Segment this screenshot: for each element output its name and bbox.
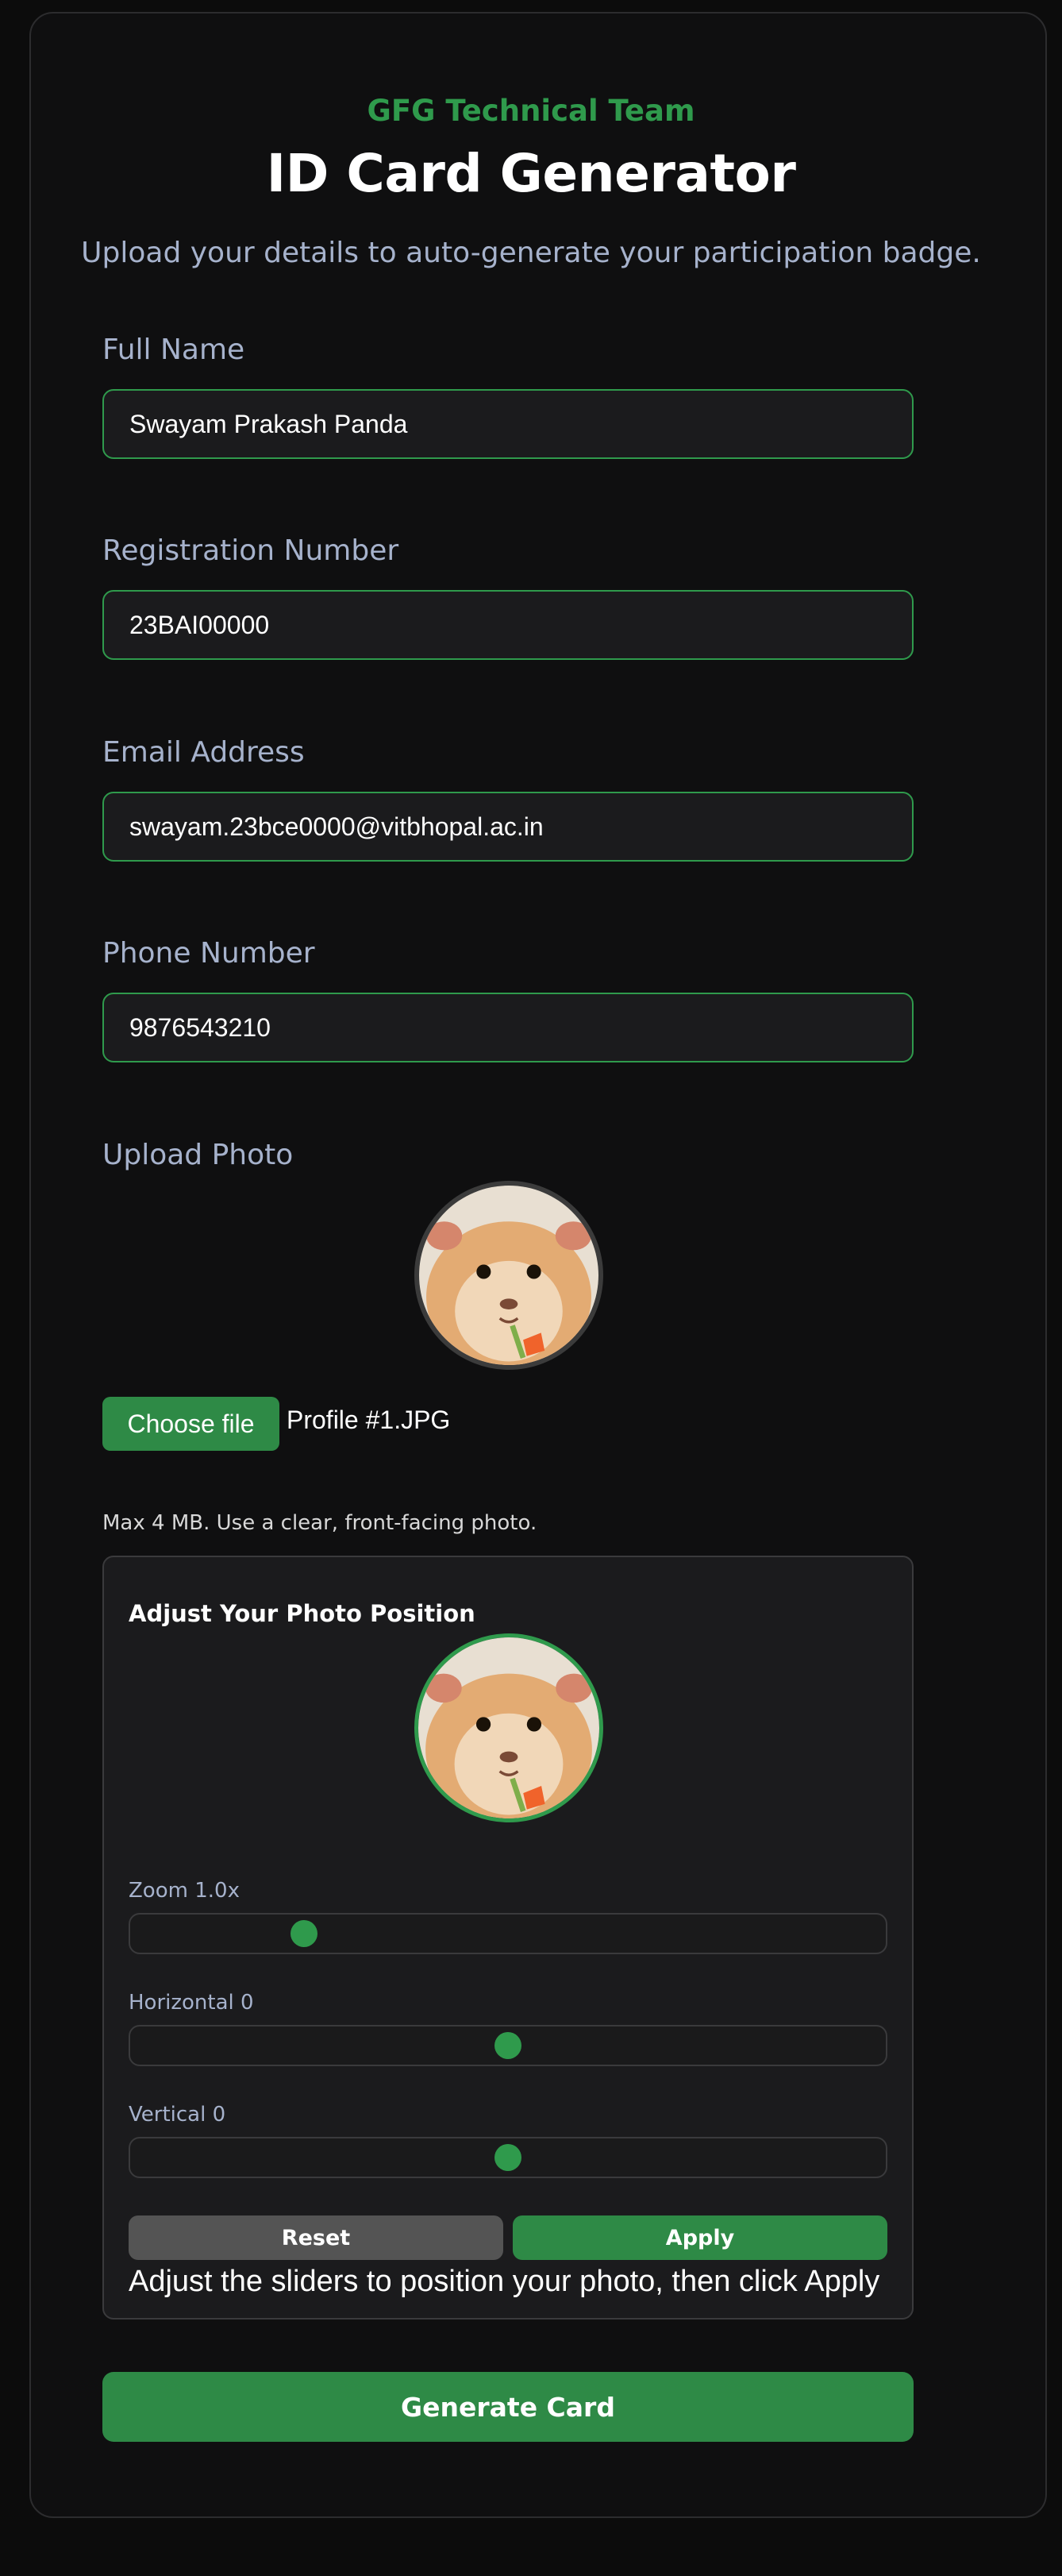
generate-card-button[interactable]: Generate Card [102, 2372, 914, 2442]
vertical-slider-thumb[interactable] [494, 2144, 521, 2171]
photo-preview [414, 1181, 603, 1370]
horizontal-slider[interactable] [129, 2025, 887, 2066]
upload-hint: Max 4 MB. Use a clear, front-facing phot… [102, 1511, 537, 1535]
apply-button[interactable]: Apply [513, 2215, 887, 2260]
phone-label: Phone Number [102, 937, 315, 970]
upload-photo-label: Upload Photo [102, 1139, 294, 1171]
adjust-panel-title: Adjust Your Photo Position [129, 1600, 475, 1627]
phone-field[interactable] [102, 993, 914, 1062]
horizontal-slider-thumb[interactable] [494, 2032, 521, 2059]
page-subtitle: Upload your details to auto-generate you… [81, 237, 981, 269]
zoom-label: Zoom 1.0x [129, 1879, 240, 1903]
guinea-pig-image [419, 1186, 598, 1365]
registration-field[interactable] [102, 590, 914, 660]
full-name-field[interactable] [102, 389, 914, 459]
guinea-pig-image [418, 1637, 599, 1818]
reset-button[interactable]: Reset [129, 2215, 503, 2260]
horizontal-label: Horizontal 0 [129, 1991, 254, 2015]
adjusted-photo-preview [414, 1633, 603, 1822]
zoom-slider[interactable] [129, 1913, 887, 1954]
email-label: Email Address [102, 736, 305, 769]
registration-label: Registration Number [102, 534, 399, 567]
page-title: ID Card Generator [266, 143, 796, 204]
email-field[interactable] [102, 792, 914, 862]
team-name: GFG Technical Team [367, 94, 695, 128]
adjust-status-text: Adjust the sliders to position your phot… [129, 2265, 880, 2298]
choose-file-button[interactable]: Choose file [102, 1397, 279, 1451]
full-name-label: Full Name [102, 334, 245, 366]
vertical-slider[interactable] [129, 2137, 887, 2178]
selected-file-name: Profile #1.JPG [287, 1406, 451, 1434]
vertical-label: Vertical 0 [129, 2103, 226, 2127]
zoom-slider-thumb[interactable] [290, 1920, 317, 1947]
